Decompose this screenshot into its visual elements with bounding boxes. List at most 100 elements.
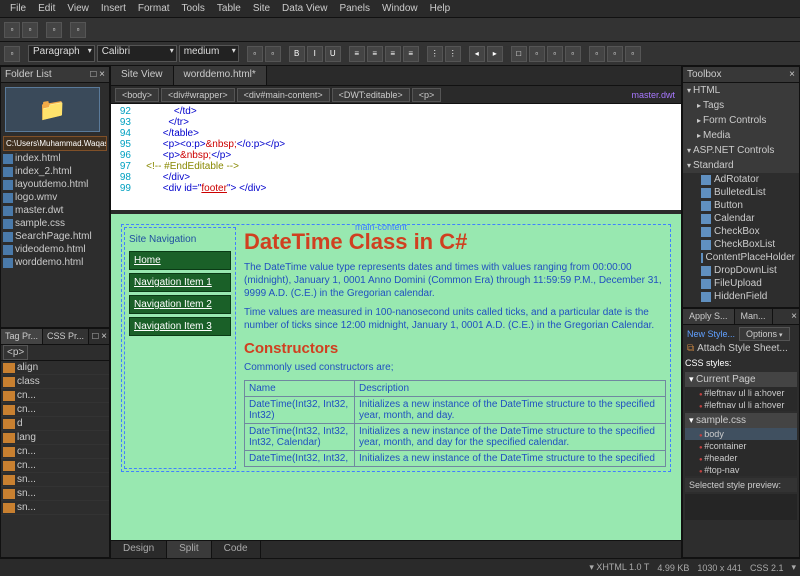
menu-view[interactable]: View: [61, 2, 95, 15]
menu-file[interactable]: File: [4, 2, 32, 15]
panel-close-icon[interactable]: ×: [789, 69, 795, 80]
tag-row[interactable]: sn...: [1, 473, 109, 487]
tag-row[interactable]: sn...: [1, 487, 109, 501]
manage-styles-tab[interactable]: Man...: [735, 309, 773, 324]
file-item[interactable]: master.dwt: [1, 204, 109, 217]
tag-row[interactable]: d: [1, 417, 109, 431]
menu-tools[interactable]: Tools: [176, 2, 211, 15]
tag-row[interactable]: cn...: [1, 403, 109, 417]
paragraph-select[interactable]: Paragraph: [28, 45, 95, 62]
align-left-icon[interactable]: ≡: [349, 46, 365, 62]
toolbox-item[interactable]: Calendar: [683, 212, 799, 225]
toolbox-item[interactable]: Button: [683, 199, 799, 212]
menu-window[interactable]: Window: [376, 2, 424, 15]
ins2-icon[interactable]: ▫: [547, 46, 563, 62]
font-select[interactable]: Calibri: [97, 45, 177, 62]
css-properties-tab[interactable]: CSS Pr...: [43, 329, 89, 344]
toolbox-item[interactable]: ContentPlaceHolder: [683, 251, 799, 264]
anchor-icon[interactable]: ▫: [4, 46, 20, 62]
underline-icon[interactable]: U: [325, 46, 341, 62]
menu-edit[interactable]: Edit: [32, 2, 61, 15]
style-rule[interactable]: #leftnav ul li a:hover: [685, 387, 797, 399]
toolbox-item[interactable]: HiddenField: [683, 290, 799, 303]
bold-icon[interactable]: B: [289, 46, 305, 62]
breadcrumb-item[interactable]: <div#wrapper>: [161, 88, 235, 102]
toolbox-item[interactable]: CheckBox: [683, 225, 799, 238]
save-icon[interactable]: ▫: [46, 22, 62, 38]
nav-item[interactable]: Navigation Item 1: [129, 273, 231, 292]
code-view[interactable]: 92 </td>93 </tr>94 </table>95 <p><o:p>&n…: [111, 104, 681, 214]
style-rule[interactable]: #leftnav ul li a:hover: [685, 399, 797, 411]
list2-icon[interactable]: ⋮: [445, 46, 461, 62]
style2-icon[interactable]: ▫: [265, 46, 281, 62]
toolbox-item[interactable]: DropDownList: [683, 264, 799, 277]
ins3-icon[interactable]: ▫: [565, 46, 581, 62]
menu-table[interactable]: Table: [211, 2, 247, 15]
doc-tab[interactable]: worddemo.html*: [174, 66, 267, 85]
tbl1-icon[interactable]: ▫: [589, 46, 605, 62]
toolbox-group[interactable]: ASP.NET Controls: [683, 143, 799, 158]
align-center-icon[interactable]: ≡: [367, 46, 383, 62]
options-button[interactable]: Options: [739, 327, 790, 341]
menu-data-view[interactable]: Data View: [276, 2, 333, 15]
menu-site[interactable]: Site: [247, 2, 276, 15]
style-rule[interactable]: body: [685, 428, 797, 440]
apply-styles-tab[interactable]: Apply S...: [683, 309, 735, 324]
file-item[interactable]: index_2.html: [1, 165, 109, 178]
file-item[interactable]: sample.css: [1, 217, 109, 230]
toolbox-subgroup[interactable]: Form Controls: [683, 113, 799, 128]
tag-row[interactable]: align: [1, 361, 109, 375]
file-item[interactable]: SearchPage.html: [1, 230, 109, 243]
ins1-icon[interactable]: ▫: [529, 46, 545, 62]
nav-item[interactable]: Navigation Item 3: [129, 317, 231, 336]
tbl2-icon[interactable]: ▫: [607, 46, 623, 62]
list1-icon[interactable]: ⋮: [427, 46, 443, 62]
menu-insert[interactable]: Insert: [95, 2, 132, 15]
doc-tab[interactable]: Site View: [111, 66, 174, 85]
size-select[interactable]: medium: [179, 45, 239, 62]
current-page-section[interactable]: ▾ Current Page: [685, 372, 797, 387]
tbl3-icon[interactable]: ▫: [625, 46, 641, 62]
toolbox-subgroup[interactable]: Media: [683, 128, 799, 143]
toolbox-subgroup[interactable]: Tags: [683, 98, 799, 113]
file-item[interactable]: videodemo.html: [1, 243, 109, 256]
tag-properties-tab[interactable]: Tag Pr...: [1, 329, 43, 344]
breadcrumb-item[interactable]: <DWT:editable>: [332, 88, 410, 102]
style-rule[interactable]: #header: [685, 452, 797, 464]
new-style-link[interactable]: New Style...: [685, 327, 737, 341]
breadcrumb-item[interactable]: <body>: [115, 88, 159, 102]
master-link[interactable]: master.dwt: [631, 90, 675, 100]
view-tab-split[interactable]: Split: [167, 541, 211, 558]
panel-close-icon[interactable]: ×: [789, 309, 799, 324]
menu-panels[interactable]: Panels: [333, 2, 376, 15]
preview-icon[interactable]: ▫: [70, 22, 86, 38]
toolbox-item[interactable]: CheckBoxList: [683, 238, 799, 251]
panel-close-icon[interactable]: □ ×: [90, 329, 109, 344]
tag-row[interactable]: cn...: [1, 389, 109, 403]
breadcrumb-item[interactable]: <p>: [412, 88, 442, 102]
design-view[interactable]: main-content Site Navigation HomeNavigat…: [111, 214, 681, 540]
file-item[interactable]: worddemo.html: [1, 256, 109, 269]
status-more-icon[interactable]: ▾: [791, 562, 796, 573]
toolbox-group[interactable]: Standard: [683, 158, 799, 173]
border-icon[interactable]: □: [511, 46, 527, 62]
view-tab-code[interactable]: Code: [212, 541, 261, 558]
site-folder-icon[interactable]: 📁: [5, 87, 100, 132]
status-xhtml[interactable]: ▾ XHTML 1.0 T: [589, 562, 649, 573]
folder-path[interactable]: C:\Users\Muhammad.Waqas\Do: [3, 136, 107, 151]
toolbox-group[interactable]: HTML: [683, 83, 799, 98]
file-item[interactable]: index.html: [1, 152, 109, 165]
panel-controls[interactable]: □ ×: [90, 69, 105, 80]
breadcrumb-item[interactable]: <div#main-content>: [237, 88, 330, 102]
tag-filter[interactable]: <p>: [3, 345, 28, 360]
style-rule[interactable]: #top-nav: [685, 464, 797, 476]
align-right-icon[interactable]: ≡: [385, 46, 401, 62]
menu-format[interactable]: Format: [132, 2, 176, 15]
italic-icon[interactable]: I: [307, 46, 323, 62]
style-rule[interactable]: #container: [685, 440, 797, 452]
align-justify-icon[interactable]: ≡: [403, 46, 419, 62]
nav-item[interactable]: Home: [129, 251, 231, 270]
file-item[interactable]: logo.wmv: [1, 191, 109, 204]
nav-item[interactable]: Navigation Item 2: [129, 295, 231, 314]
toolbox-item[interactable]: BulletedList: [683, 186, 799, 199]
